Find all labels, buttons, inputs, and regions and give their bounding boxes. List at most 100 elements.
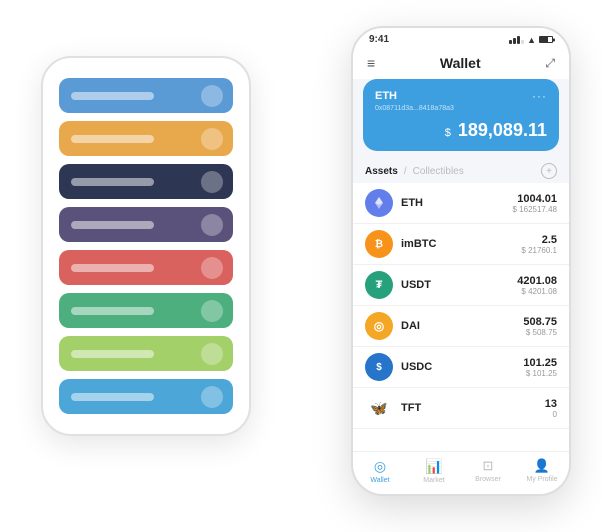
eth-balance-value: 189,089.11 (453, 120, 547, 140)
eth-card-dots[interactable]: ··· (532, 89, 547, 103)
asset-amount-usd: $ 162517.48 (513, 205, 558, 214)
wallet-icon: ◎ (374, 458, 386, 475)
card-text (71, 393, 154, 401)
card-blue (59, 78, 233, 113)
asset-amount-usd: $ 21760.1 (521, 246, 557, 255)
asset-amount-main: 101.25 (523, 357, 557, 369)
page-title: Wallet (440, 55, 481, 71)
nav-item-profile[interactable]: 👤 My Profile (515, 458, 569, 484)
nav-label-browser: Browser (475, 476, 501, 483)
scene: 9:41 ▲ ≡ Wallet ⤢ ETH (21, 16, 581, 516)
dai-icon: ◎ (365, 312, 393, 340)
card-icon (201, 300, 223, 322)
asset-amounts: 101.25 $ 101.25 (523, 357, 557, 378)
asset-name: ETH (401, 197, 513, 209)
card-text (71, 178, 154, 186)
card-text (71, 350, 154, 358)
asset-amount-main: 4201.08 (517, 275, 557, 287)
wifi-icon: ▲ (527, 35, 536, 45)
asset-list: ETH 1004.01 $ 162517.48 ₿ imBTC 2.5 $ 21… (353, 183, 569, 451)
asset-amounts: 4201.08 $ 4201.08 (517, 275, 557, 296)
card-icon (201, 85, 223, 107)
profile-icon: 👤 (534, 458, 550, 474)
dollar-sign: $ (445, 127, 451, 139)
card-purple (59, 207, 233, 242)
nav-label-wallet: Wallet (370, 477, 389, 484)
card-icon (201, 128, 223, 150)
assets-tab-active[interactable]: Assets (365, 166, 398, 177)
card-icon (201, 214, 223, 236)
usdt-icon: ₮ (365, 271, 393, 299)
list-item[interactable]: ETH 1004.01 $ 162517.48 (353, 183, 569, 224)
back-phone (41, 56, 251, 436)
eth-icon (365, 189, 393, 217)
asset-name: imBTC (401, 238, 521, 250)
eth-address: 0x08711d3a...8418a78a3 (375, 105, 547, 112)
status-icons: ▲ (509, 35, 553, 45)
asset-name: USDT (401, 279, 517, 291)
status-time: 9:41 (369, 34, 389, 45)
list-item[interactable]: ₮ USDT 4201.08 $ 4201.08 (353, 265, 569, 306)
hamburger-icon[interactable]: ≡ (367, 55, 375, 71)
battery-fill (540, 37, 548, 42)
signal-bar-4 (521, 40, 524, 44)
tft-icon: 🦋 (365, 394, 393, 422)
eth-card-title: ETH (375, 90, 397, 102)
card-icon (201, 171, 223, 193)
card-green (59, 293, 233, 328)
collectibles-tab[interactable]: Collectibles (413, 166, 464, 177)
bottom-nav: ◎ Wallet 📊 Market ⊡ Browser 👤 My Profile (353, 451, 569, 494)
eth-card-header: ETH ··· (375, 89, 547, 103)
chart-icon: 📊 (425, 458, 442, 475)
asset-amount-main: 2.5 (521, 234, 557, 246)
asset-amount-usd: $ 4201.08 (517, 287, 557, 296)
card-orange (59, 121, 233, 156)
card-text (71, 92, 154, 100)
card-sky (59, 379, 233, 414)
front-phone: 9:41 ▲ ≡ Wallet ⤢ ETH (351, 26, 571, 496)
asset-amount-main: 13 (545, 398, 557, 410)
asset-amount-main: 508.75 (523, 316, 557, 328)
asset-amounts: 13 0 (545, 398, 557, 419)
browser-icon: ⊡ (483, 458, 494, 474)
asset-amounts: 2.5 $ 21760.1 (521, 234, 557, 255)
nav-item-browser[interactable]: ⊡ Browser (461, 458, 515, 484)
asset-amount-usd: 0 (545, 410, 557, 419)
usdc-icon: $ (365, 353, 393, 381)
add-asset-button[interactable]: + (541, 163, 557, 179)
nav-item-wallet[interactable]: ◎ Wallet (353, 458, 407, 484)
card-text (71, 221, 154, 229)
list-item[interactable]: ◎ DAI 508.75 $ 508.75 (353, 306, 569, 347)
nav-header: ≡ Wallet ⤢ (353, 49, 569, 79)
signal-bar-1 (509, 40, 512, 44)
nav-item-market[interactable]: 📊 Market (407, 458, 461, 484)
asset-amounts: 508.75 $ 508.75 (523, 316, 557, 337)
card-dark (59, 164, 233, 199)
asset-amount-usd: $ 508.75 (523, 328, 557, 337)
eth-card[interactable]: ETH ··· 0x08711d3a...8418a78a3 $ 189,089… (363, 79, 559, 151)
signal-bar-2 (513, 38, 516, 44)
asset-amounts: 1004.01 $ 162517.48 (513, 193, 558, 214)
list-item[interactable]: $ USDC 101.25 $ 101.25 (353, 347, 569, 388)
battery-icon (539, 36, 553, 43)
card-icon (201, 343, 223, 365)
asset-name: TFT (401, 402, 545, 414)
signal-bar-3 (517, 36, 520, 44)
asset-amount-main: 1004.01 (513, 193, 558, 205)
nav-label-market: Market (423, 477, 444, 484)
card-icon (201, 386, 223, 408)
assets-tabs: Assets / Collectibles (365, 166, 464, 177)
card-light-green (59, 336, 233, 371)
nav-label-profile: My Profile (526, 476, 557, 483)
card-red (59, 250, 233, 285)
eth-balance: $ 189,089.11 (375, 120, 547, 141)
asset-amount-usd: $ 101.25 (523, 369, 557, 378)
tab-divider: / (404, 166, 407, 177)
card-text (71, 135, 154, 143)
imbtc-icon: ₿ (365, 230, 393, 258)
expand-icon[interactable]: ⤢ (545, 56, 555, 71)
list-item[interactable]: 🦋 TFT 13 0 (353, 388, 569, 429)
card-text (71, 307, 154, 315)
card-icon (201, 257, 223, 279)
list-item[interactable]: ₿ imBTC 2.5 $ 21760.1 (353, 224, 569, 265)
